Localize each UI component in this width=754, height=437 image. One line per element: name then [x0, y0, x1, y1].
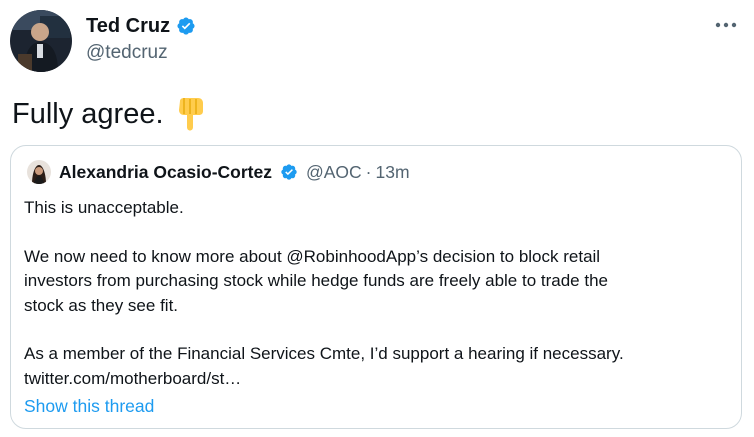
quoted-text-line: investors from purchasing stock while he… — [24, 271, 608, 290]
quoted-text-line: We now need to know more about @Robinhoo… — [24, 246, 601, 266]
ellipsis-icon — [715, 22, 737, 28]
author-names: Ted Cruz @tedcruz — [86, 14, 196, 64]
pointing-down-emoji-icon — [174, 97, 206, 131]
author-avatar[interactable] — [10, 10, 72, 72]
verified-badge-icon — [176, 16, 196, 36]
quoted-tweet-header: Alexandria Ocasio-Cortez @AOC · 13m — [27, 160, 410, 184]
avatar-photo-icon — [10, 10, 72, 72]
show-thread-link[interactable]: Show this thread — [24, 396, 154, 417]
tweet-card: Ted Cruz @tedcruz Fully agree. Alexandri… — [0, 0, 754, 437]
tweet-header: Ted Cruz @tedcruz — [10, 10, 196, 72]
verified-badge-icon — [280, 163, 298, 181]
author-display-name[interactable]: Ted Cruz — [86, 14, 170, 38]
more-options-button[interactable] — [712, 14, 740, 36]
quoted-text-line: This is unacceptable. — [24, 198, 184, 217]
author-handle[interactable]: @tedcruz — [86, 42, 196, 64]
tweet-body: Fully agree. — [12, 96, 206, 132]
quoted-tweet[interactable]: Alexandria Ocasio-Cortez @AOC · 13m This… — [10, 145, 742, 429]
quoted-text-line: stock as they see fit. — [24, 295, 179, 315]
quoted-author-handle: @AOC — [305, 161, 362, 182]
quoted-link[interactable]: twitter.com/motherboard/st… — [24, 367, 724, 392]
quoted-author-display-name: Alexandria Ocasio-Cortez — [59, 161, 272, 182]
quoted-tweet-body: This is unacceptable. We now need to kno… — [24, 196, 724, 391]
avatar-photo-icon — [27, 160, 51, 184]
author-name-row: Ted Cruz — [86, 14, 196, 38]
quoted-tweet-meta: @AOC · 13m — [306, 162, 410, 183]
tweet-text: Fully agree. — [12, 98, 164, 130]
quoted-author-avatar — [27, 160, 51, 184]
quoted-text-line: As a member of the Financial Services Cm… — [24, 344, 624, 363]
meta-separator: · — [365, 161, 372, 182]
quoted-tweet-time[interactable]: 13m — [376, 162, 410, 183]
